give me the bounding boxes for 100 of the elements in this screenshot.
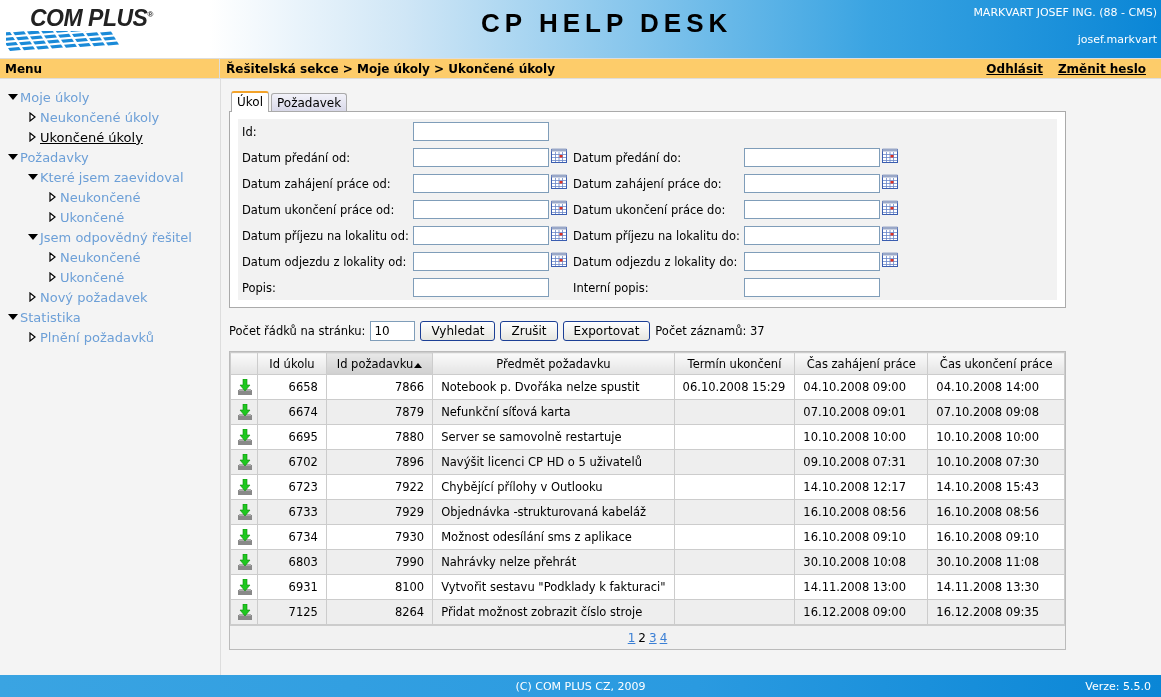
field-label: Id: [242, 124, 258, 139]
table-cell: 30.10.2008 10:08 [794, 549, 928, 575]
input-field[interactable] [413, 122, 549, 141]
download-icon [237, 428, 253, 446]
download-icon [237, 528, 253, 546]
table-cell: 06.10.2008 15:29 [674, 374, 795, 400]
table-cell: 07.10.2008 09:01 [794, 399, 928, 425]
table-cell: 7990 [326, 549, 433, 575]
field-label: Datum příjezu na lokalitu od: [242, 228, 410, 243]
column-header[interactable]: Id úkolu [257, 352, 327, 375]
download-icon [237, 553, 253, 571]
table-cell: Přidat možnost zobrazit číslo stroje [432, 599, 675, 625]
page-link[interactable]: 4 [659, 630, 668, 645]
table-cell: 14.10.2008 12:17 [794, 474, 928, 500]
table-cell: 09.10.2008 07:31 [794, 449, 928, 475]
tab[interactable]: Požadavek [271, 93, 348, 111]
column-header[interactable]: Čas zahájení práce [794, 352, 928, 375]
table-cell: 10.10.2008 10:00 [794, 424, 928, 450]
column-header[interactable]: Termín ukončení [674, 352, 795, 375]
user-login: josef.markvart [1077, 33, 1157, 46]
action-button[interactable]: Exportovat [562, 321, 651, 341]
table-cell: 07.10.2008 09:08 [927, 399, 1065, 425]
input-field[interactable] [744, 252, 880, 271]
table-cell: 10.10.2008 10:00 [927, 424, 1065, 450]
table-cell: Možnost odesílání sms z aplikace [432, 524, 675, 550]
header-link[interactable]: Odhlásit [986, 61, 1043, 76]
field-label: Popis: [242, 280, 277, 295]
field-label: Datum předání od: [242, 150, 352, 165]
download-icon [237, 453, 253, 471]
table-cell: 14.10.2008 15:43 [927, 474, 1065, 500]
rows-per-page-label: Počet řádků na stránku: [229, 324, 366, 338]
table-cell: 14.11.2008 13:30 [927, 574, 1065, 600]
table-cell: 8100 [326, 574, 433, 600]
logo-text: COM PLUS$^{®}$ [29, 3, 155, 31]
input-field[interactable] [744, 200, 880, 219]
action-button[interactable]: Zrušit [500, 321, 558, 341]
input-field[interactable] [744, 148, 880, 167]
table-cell: 8264 [326, 599, 433, 625]
table-cell: 7930 [326, 524, 433, 550]
field-label: Datum ukončení práce do: [573, 202, 727, 217]
column-header[interactable]: Předmět požadavku [432, 352, 675, 375]
table-cell: 16.12.2008 09:00 [794, 599, 928, 625]
table-cell: 7922 [326, 474, 433, 500]
breadcrumb: Řešitelská sekce > Moje úkoly > Ukončené úkoly [225, 61, 557, 76]
record-count: Počet záznamů: 37 [655, 324, 765, 338]
tab[interactable]: Úkol [231, 91, 269, 112]
table-cell: 30.10.2008 11:08 [927, 549, 1065, 575]
input-field[interactable] [744, 174, 880, 193]
table-cell: 6658 [257, 374, 327, 400]
field-label: Datum odjezdu z lokality do: [573, 254, 739, 269]
menu-link[interactable]: Ukončené úkoly [40, 129, 143, 145]
table-cell: 7929 [326, 499, 433, 525]
table-cell: 6723 [257, 474, 327, 500]
table-cell: 16.10.2008 09:10 [927, 524, 1065, 550]
input-field[interactable] [413, 252, 549, 271]
table-cell: Nefunkční síťová karta [432, 399, 675, 425]
page-link[interactable]: 2 [638, 630, 646, 645]
table-cell: 6931 [257, 574, 327, 600]
column-header[interactable]: Id požadavku [326, 352, 433, 375]
version: Verze: 5.5.0 [1085, 679, 1151, 693]
field-label: Interní popis: [573, 280, 650, 295]
table-cell: 7866 [326, 374, 433, 400]
table-cell: 14.11.2008 13:00 [794, 574, 928, 600]
table-cell: Notebook p. Dvořáka nelze spustit [432, 374, 675, 400]
field-label: Datum zahájení práce do: [573, 176, 723, 191]
table-cell: 7880 [326, 424, 433, 450]
input-field[interactable] [413, 148, 549, 167]
download-icon [237, 478, 253, 496]
action-button[interactable]: Vyhledat [420, 321, 496, 341]
page-link[interactable]: 1 [627, 630, 636, 645]
table-cell: 16.10.2008 09:10 [794, 524, 928, 550]
sort-ascending-icon [414, 361, 423, 368]
table-cell: 16.10.2008 08:56 [927, 499, 1065, 525]
field-label: Datum příjezu na lokalitu do: [573, 228, 741, 243]
input-field[interactable] [413, 278, 549, 297]
rows-per-page-field[interactable]: 10 [370, 321, 416, 341]
table-cell: 10.10.2008 07:30 [927, 449, 1065, 475]
download-icon [237, 378, 253, 396]
user-name: MARKVART JOSEF ING. (88 - CMS) [973, 6, 1157, 19]
table-cell: Chybějící přílohy v Outlooku [432, 474, 675, 500]
copyright: (C) COM PLUS CZ, 2009 [515, 679, 646, 693]
input-field[interactable] [413, 174, 549, 193]
input-field[interactable] [744, 278, 880, 297]
table-cell: 16.10.2008 08:56 [794, 499, 928, 525]
field-label: Datum ukončení práce od: [242, 202, 396, 217]
field-label: Datum předání do: [573, 150, 683, 165]
menu-title: Menu [0, 59, 220, 78]
page-link[interactable]: 3 [649, 630, 657, 645]
table-cell: 04.10.2008 14:00 [927, 374, 1065, 400]
table-cell: 04.10.2008 09:00 [794, 374, 928, 400]
table-cell: Vytvořit sestavu "Podklady k fakturaci" [432, 574, 675, 600]
input-field[interactable] [413, 226, 549, 245]
input-field[interactable] [413, 200, 549, 219]
app-title: CP HELP DESK [481, 8, 733, 39]
table-cell: 7879 [326, 399, 433, 425]
input-field[interactable] [744, 226, 880, 245]
table-cell: 7896 [326, 449, 433, 475]
field-label: Datum odjezdu z lokality od: [242, 254, 408, 269]
header-link[interactable]: Změnit heslo [1057, 61, 1146, 76]
column-header[interactable]: Čas ukončení práce [927, 352, 1065, 375]
